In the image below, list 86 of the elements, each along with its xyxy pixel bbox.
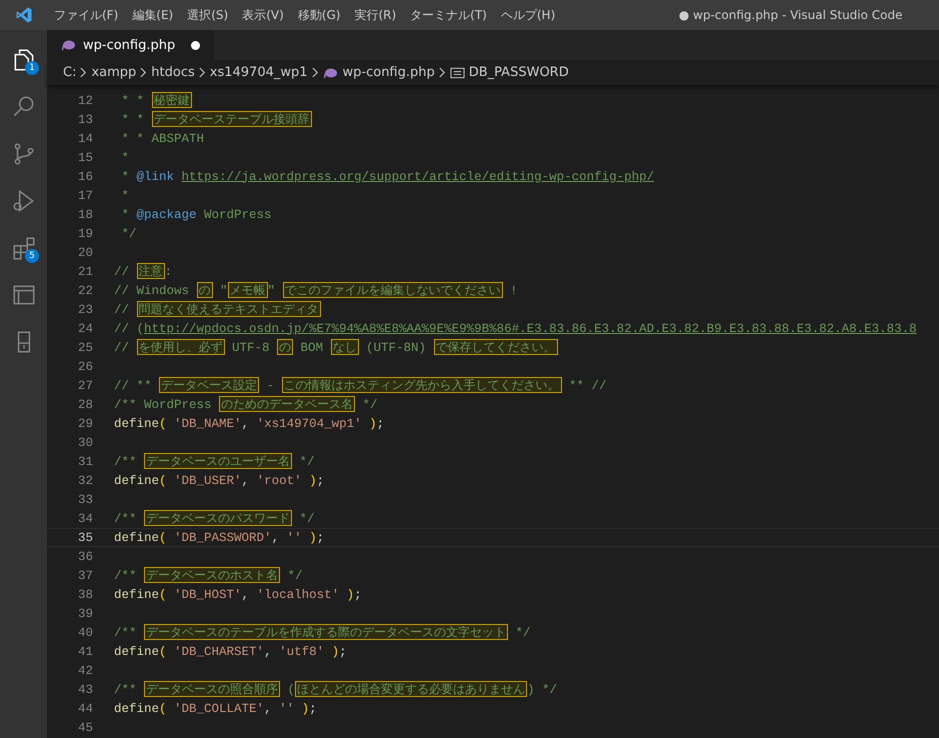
chevron-icon xyxy=(312,67,319,78)
menu-item[interactable]: 編集(E) xyxy=(125,6,180,24)
debug-icon[interactable] xyxy=(10,188,36,214)
code-line: * * 秘密鍵 xyxy=(120,93,192,108)
line-number: 37 xyxy=(76,568,93,582)
line-number: 42 xyxy=(76,664,93,678)
breadcrumb-item[interactable]: C: xyxy=(63,65,76,80)
code-line: * @package WordPress xyxy=(120,208,272,222)
chevron-icon xyxy=(80,67,88,78)
line-number: 22 xyxy=(76,284,93,298)
line-number: 32 xyxy=(76,474,93,488)
line-number: 28 xyxy=(76,398,93,412)
code-line: // を使用し、必ず UTF-8 の BOM なし (UTF-8N) で保存してください。 xyxy=(114,340,558,355)
menu-item[interactable]: ターミナル(T) xyxy=(403,6,494,24)
line-number: 16 xyxy=(76,170,93,184)
line-number: 40 xyxy=(76,626,93,640)
code-line: define( 'DB_CHARSET', 'utf8' ); xyxy=(114,644,347,658)
line-number: 44 xyxy=(76,702,93,716)
app-logo-icon xyxy=(15,6,33,24)
code-line: define( 'DB_PASSWORD', '' ); xyxy=(114,530,324,544)
line-number: 34 xyxy=(76,512,93,526)
count-badge: 5 xyxy=(25,249,39,263)
line-number: 24 xyxy=(76,322,93,336)
line-number: 31 xyxy=(76,454,93,468)
line-number: 26 xyxy=(76,360,93,374)
chevron-icon xyxy=(198,67,206,78)
chevron-icon xyxy=(438,67,446,78)
line-number: 18 xyxy=(76,208,93,222)
line-number: 27 xyxy=(76,378,93,392)
line-number: 35 xyxy=(76,530,93,544)
code-line: define( 'DB_COLLATE', '' ); xyxy=(114,702,317,716)
code-line: define( 'DB_NAME', 'xs149704_wp1' ); xyxy=(114,416,384,430)
menu-item[interactable]: 表示(V) xyxy=(235,6,291,24)
line-number: 12 xyxy=(76,94,93,108)
line-number: 19 xyxy=(76,226,93,240)
window-title: ● wp-config.php - Visual Studio Code xyxy=(678,8,904,22)
editor-tab[interactable]: wp-config.php xyxy=(47,30,214,60)
code-line: define( 'DB_USER', 'root' ); xyxy=(114,474,324,488)
code-line: // (http://wpdocs.osdn.jp/%E7%94%A8%E8%AA%9E%E9%9B%86#.E3.83.86.E3.82.AD.E3.82.B9.E3.83.88.E3.82.A8.E3.83.8 xyxy=(114,322,917,336)
breadcrumb-item[interactable]: DB_PASSWORD xyxy=(468,65,569,80)
count-badge: 1 xyxy=(25,61,39,75)
breadcrumb-item[interactable]: wp-config.php xyxy=(342,65,435,80)
code-line: * * データベーステーブル接頭辞 xyxy=(120,112,312,127)
menu-item[interactable]: 選択(S) xyxy=(180,6,236,24)
menu-item[interactable]: 実行(R) xyxy=(347,6,404,24)
code-line: /** データベースの照合順序 ( ほとんどの場合変更する必要はありません ) */ xyxy=(114,682,558,697)
line-number: 21 xyxy=(76,264,93,278)
menu-item[interactable]: 移動(G) xyxy=(290,6,348,24)
breadcrumb-item[interactable]: htdocs xyxy=(151,65,195,80)
code-line: /** データベースのユーザー名 */ xyxy=(114,454,315,469)
code-line: /** データベースのテーブルを作成する際のデータベースの文字セット */ xyxy=(114,625,531,640)
line-number: 41 xyxy=(76,644,93,658)
extensions-icon[interactable] xyxy=(10,234,36,260)
code-line: define( 'DB_HOST', 'localhost' ); xyxy=(114,588,362,602)
line-number: 15 xyxy=(76,150,93,164)
line-number: 20 xyxy=(76,246,93,260)
breadcrumb-item[interactable]: xs149704_wp1 xyxy=(210,65,308,80)
line-number: 38 xyxy=(76,588,93,602)
line-number: 39 xyxy=(76,606,93,620)
code-line: */ xyxy=(120,226,137,240)
line-number: 30 xyxy=(76,436,93,450)
line-number: 14 xyxy=(76,132,93,146)
code-line: * * ABSPATH xyxy=(120,132,204,146)
line-number: 13 xyxy=(76,112,93,126)
line-number: 29 xyxy=(76,416,93,430)
menu-item[interactable]: ファイル(F) xyxy=(47,6,126,24)
code-line: /** データベースのホスト名 */ xyxy=(114,568,303,583)
symbol-icon xyxy=(450,66,465,78)
code-line: * @link https://ja.wordpress.org/support/article/editing-wp-config-php/ xyxy=(120,170,654,184)
code-line: /** データベースのパスワード */ xyxy=(114,511,315,526)
menu-item[interactable]: ヘルプ(H) xyxy=(494,6,562,24)
line-number: 17 xyxy=(76,188,93,202)
code-line: * xyxy=(120,188,130,202)
line-number: 33 xyxy=(76,492,93,506)
code-line: * xyxy=(120,150,130,164)
line-number: 25 xyxy=(76,340,93,354)
line-number: 23 xyxy=(76,302,93,316)
code-line: /** WordPress のためのデータベース名 */ xyxy=(114,397,378,412)
line-number: 36 xyxy=(76,550,93,564)
line-number: 43 xyxy=(76,682,93,696)
code-line: // ** データベース設定 - この情報はホスティング先から入手してください。 ** // xyxy=(114,378,607,393)
chevron-icon xyxy=(140,67,148,78)
tab-label: wp-config.php xyxy=(83,38,176,52)
breadcrumb-item[interactable]: xampp xyxy=(91,65,136,80)
code-line: // 問題なく使えるテキストエディタ xyxy=(114,302,321,317)
line-number: 45 xyxy=(76,720,93,734)
